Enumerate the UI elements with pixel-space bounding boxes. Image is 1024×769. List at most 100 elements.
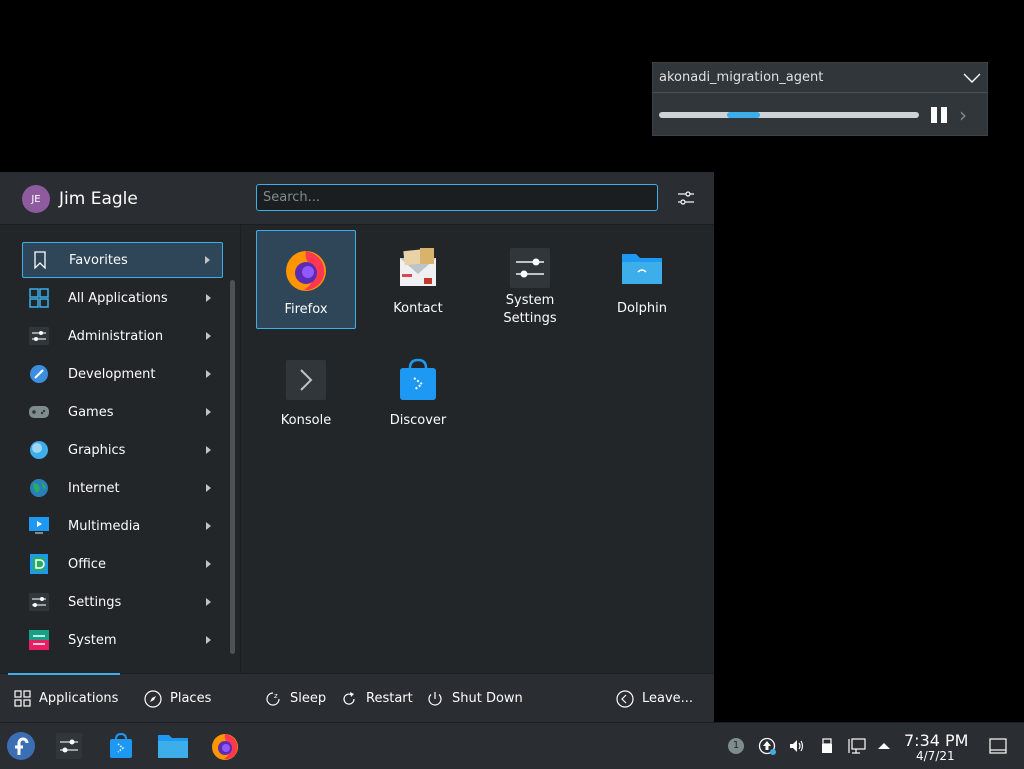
favorite-konsole[interactable]: Konsole bbox=[256, 342, 356, 441]
submenu-arrow-icon bbox=[206, 408, 211, 416]
category-label: All Applications bbox=[68, 290, 168, 306]
sleep-icon: z bbox=[266, 692, 280, 706]
system-settings-icon bbox=[510, 248, 550, 288]
button-label: Leave... bbox=[642, 691, 694, 706]
category-office[interactable]: Office bbox=[22, 546, 223, 582]
leave-button[interactable]: Leave... bbox=[616, 674, 693, 723]
category-development[interactable]: Development bbox=[22, 356, 223, 392]
grid-apps-icon bbox=[28, 287, 50, 309]
submenu-arrow-icon bbox=[206, 446, 211, 454]
favorite-dolphin[interactable]: Dolphin bbox=[592, 230, 692, 329]
chevron-up-icon bbox=[878, 743, 890, 749]
network-tray[interactable] bbox=[848, 737, 866, 755]
task-firefox[interactable] bbox=[208, 729, 242, 763]
category-settings[interactable]: Settings bbox=[22, 584, 223, 620]
button-label: Shut Down bbox=[452, 691, 523, 706]
category-system[interactable]: System bbox=[22, 622, 223, 658]
avatar[interactable]: JE bbox=[22, 185, 50, 213]
app-name: Kontact bbox=[393, 301, 443, 316]
notification-header: akonadi_migration_agent bbox=[653, 63, 987, 93]
details-arrow-icon[interactable]: › bbox=[959, 105, 967, 125]
settings-sliders-icon bbox=[28, 591, 50, 613]
user-name: Jim Eagle bbox=[59, 189, 138, 209]
dolphin-folder-icon bbox=[158, 735, 188, 758]
globe-icon bbox=[28, 477, 50, 499]
category-label: System bbox=[68, 632, 117, 648]
kontact-icon bbox=[400, 248, 436, 286]
sleep-button[interactable]: z Sleep bbox=[264, 674, 326, 723]
configure-sliders-icon[interactable] bbox=[676, 188, 696, 208]
task-dolphin[interactable] bbox=[156, 729, 190, 763]
admin-icon bbox=[28, 325, 50, 347]
volume-icon bbox=[790, 740, 804, 752]
search-input[interactable] bbox=[256, 184, 658, 211]
pause-icon[interactable] bbox=[931, 107, 947, 123]
svg-text:z: z bbox=[274, 692, 278, 700]
submenu-arrow-icon bbox=[206, 636, 211, 644]
konsole-icon bbox=[286, 360, 326, 400]
devices-tray[interactable] bbox=[818, 737, 836, 755]
show-desktop-icon bbox=[989, 738, 1007, 754]
category-label: Settings bbox=[68, 594, 122, 610]
category-label: Games bbox=[68, 404, 114, 420]
tray-expand[interactable] bbox=[876, 737, 894, 755]
dolphin-folder-icon bbox=[622, 254, 662, 284]
user-info[interactable]: JE Jim Eagle bbox=[22, 185, 138, 213]
favorite-discover[interactable]: Discover bbox=[368, 342, 468, 441]
button-label: Restart bbox=[366, 691, 413, 706]
task-discover[interactable] bbox=[104, 729, 138, 763]
category-all-applications[interactable]: All Applications bbox=[22, 280, 223, 316]
restart-button[interactable]: Restart bbox=[340, 674, 413, 723]
launcher-header: JE Jim Eagle bbox=[0, 172, 714, 225]
category-games[interactable]: Games bbox=[22, 394, 223, 430]
task-system-settings[interactable] bbox=[52, 729, 86, 763]
submenu-arrow-icon bbox=[206, 332, 211, 340]
system-icon bbox=[28, 629, 50, 651]
taskbar: 1 7:34 PM 4/7/21 bbox=[0, 722, 1024, 769]
fedora-logo-icon bbox=[7, 732, 35, 760]
office-icon bbox=[28, 553, 50, 575]
favorite-system-settings[interactable]: System Settings bbox=[480, 230, 580, 329]
update-arrow-icon bbox=[758, 737, 776, 755]
collapse-chevron-icon[interactable] bbox=[963, 72, 981, 84]
category-favorites[interactable]: Favorites bbox=[22, 242, 223, 278]
updates-tray[interactable] bbox=[758, 737, 776, 755]
volume-tray[interactable] bbox=[788, 737, 806, 755]
favorite-firefox[interactable]: Firefox bbox=[256, 230, 356, 329]
button-label: Sleep bbox=[290, 691, 327, 706]
category-label: Administration bbox=[68, 328, 164, 344]
category-internet[interactable]: Internet bbox=[22, 470, 223, 506]
category-label: Multimedia bbox=[68, 518, 141, 534]
notifications-tray[interactable]: 1 bbox=[727, 737, 745, 755]
grid-apps-icon bbox=[14, 690, 31, 707]
category-label: Internet bbox=[68, 480, 120, 496]
notification-title: akonadi_migration_agent bbox=[659, 70, 824, 85]
firefox-icon bbox=[286, 251, 326, 291]
category-label: Graphics bbox=[68, 442, 126, 458]
tab-places[interactable]: Places bbox=[144, 674, 211, 723]
launcher-button[interactable] bbox=[4, 729, 38, 763]
category-label: Development bbox=[68, 366, 156, 382]
app-name: System Settings bbox=[503, 293, 557, 326]
category-multimedia[interactable]: Multimedia bbox=[22, 508, 223, 544]
gamepad-icon bbox=[28, 401, 50, 423]
app-name: Konsole bbox=[280, 413, 332, 428]
job-progress-notification: akonadi_migration_agent › bbox=[652, 62, 988, 136]
favorite-kontact[interactable]: Kontact bbox=[368, 230, 468, 329]
tab-applications[interactable]: Applications bbox=[14, 674, 118, 723]
category-administration[interactable]: Administration bbox=[22, 318, 223, 354]
firefox-icon bbox=[212, 734, 238, 760]
app-name: Discover bbox=[389, 413, 447, 428]
shutdown-button[interactable]: Shut Down bbox=[426, 674, 523, 723]
multimedia-icon bbox=[28, 515, 50, 537]
graphics-icon bbox=[28, 439, 50, 461]
category-label: Favorites bbox=[69, 252, 128, 268]
category-scrollbar[interactable] bbox=[230, 280, 235, 654]
development-icon bbox=[28, 363, 50, 385]
power-icon bbox=[428, 691, 442, 705]
show-desktop-button[interactable] bbox=[989, 738, 1007, 756]
job-progress-fill bbox=[726, 112, 761, 118]
job-progress-bar bbox=[659, 112, 919, 118]
application-launcher: JE Jim Eagle Favorites All Applications bbox=[0, 172, 714, 723]
category-graphics[interactable]: Graphics bbox=[22, 432, 223, 468]
